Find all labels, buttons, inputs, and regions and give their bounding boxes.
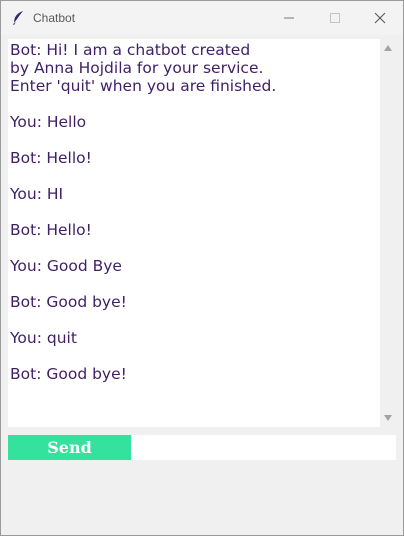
- maximize-button[interactable]: [312, 1, 358, 35]
- window-title: Chatbot: [33, 11, 76, 25]
- scroll-up-button[interactable]: [380, 41, 396, 55]
- close-icon: [374, 12, 386, 24]
- minimize-icon: [284, 17, 294, 19]
- close-button[interactable]: [357, 1, 403, 35]
- feather-icon: [11, 10, 25, 26]
- chat-scrollbar[interactable]: [380, 39, 396, 427]
- chat-transcript: Bot: Hi! I am a chatbot created by Anna …: [10, 41, 277, 383]
- triangle-down-icon: [384, 415, 392, 421]
- scroll-down-button[interactable]: [380, 411, 396, 425]
- title-bar[interactable]: Chatbot: [1, 1, 403, 35]
- maximize-icon: [330, 13, 340, 23]
- message-input[interactable]: [131, 435, 396, 460]
- chat-log[interactable]: Bot: Hi! I am a chatbot created by Anna …: [8, 39, 380, 427]
- send-button[interactable]: Send: [8, 435, 131, 460]
- chatbot-window: Chatbot Bot: Hi! I am a chatbot created …: [0, 0, 404, 536]
- triangle-up-icon: [384, 45, 392, 51]
- minimize-button[interactable]: [266, 1, 312, 35]
